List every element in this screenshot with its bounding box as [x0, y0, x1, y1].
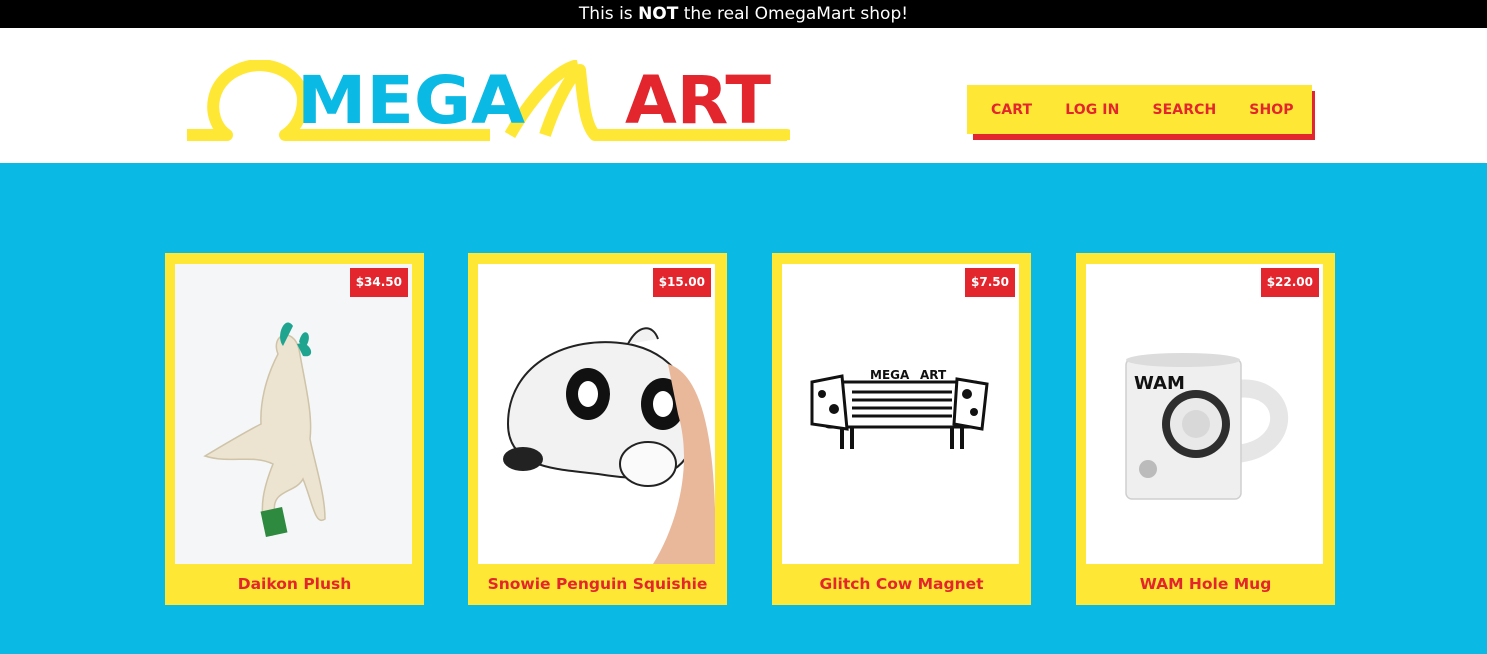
omegamart-logo[interactable]: MEGA ART: [185, 60, 790, 146]
nav-search-link[interactable]: Search: [1152, 102, 1216, 118]
product-image[interactable]: MEGA ART $7.50: [782, 264, 1019, 564]
product-name[interactable]: Snowie Penguin Squishie: [468, 575, 727, 593]
mug-logo-text: WAM: [1134, 373, 1185, 394]
nav-login-link[interactable]: Log in: [1065, 102, 1119, 118]
product-card[interactable]: WAM $22.00 WAM Hole Mug: [1076, 253, 1335, 605]
nav-box: Cart Log in Search Shop: [967, 85, 1312, 134]
product-image[interactable]: $15.00: [478, 264, 715, 564]
daikon-plush-illustration: [175, 264, 412, 564]
price-badge: $22.00: [1260, 268, 1319, 297]
price-badge: $7.50: [965, 268, 1015, 297]
magnet-logo-mega: MEGA: [870, 368, 910, 382]
cow-magnet-illustration: MEGA ART: [782, 264, 1019, 564]
banner-prefix: This is: [578, 4, 639, 24]
product-name[interactable]: Glitch Cow Magnet: [772, 575, 1031, 593]
price-badge: $34.50: [349, 268, 408, 297]
product-image[interactable]: $34.50: [175, 264, 412, 564]
logo-art-text: ART: [625, 62, 771, 139]
product-card[interactable]: $15.00 Snowie Penguin Squishie: [468, 253, 727, 605]
nav-shop-link[interactable]: Shop: [1249, 102, 1293, 118]
product-card[interactable]: $34.50 Daikon Plush: [165, 253, 424, 605]
magnet-logo-art: ART: [920, 368, 947, 382]
product-image[interactable]: WAM $22.00: [1086, 264, 1323, 564]
main-nav: Cart Log in Search Shop: [967, 85, 1315, 140]
product-card[interactable]: MEGA ART $7.50 Glitch Cow Magnet: [772, 253, 1031, 605]
product-name[interactable]: Daikon Plush: [165, 575, 424, 593]
disclaimer-banner: This is NOT the real OmegaMart shop!: [0, 0, 1487, 28]
logo-mega-text: MEGA: [297, 62, 525, 139]
banner-emphasis: NOT: [638, 4, 679, 24]
banner-suffix: the real OmegaMart shop!: [678, 4, 909, 24]
product-name[interactable]: WAM Hole Mug: [1076, 575, 1335, 593]
site-header: MEGA ART Cart Log in Search Shop: [0, 28, 1487, 163]
wam-mug-illustration: WAM: [1086, 264, 1323, 564]
nav-cart-link[interactable]: Cart: [991, 102, 1032, 118]
penguin-squishie-illustration: [478, 264, 715, 564]
price-badge: $15.00: [652, 268, 711, 297]
